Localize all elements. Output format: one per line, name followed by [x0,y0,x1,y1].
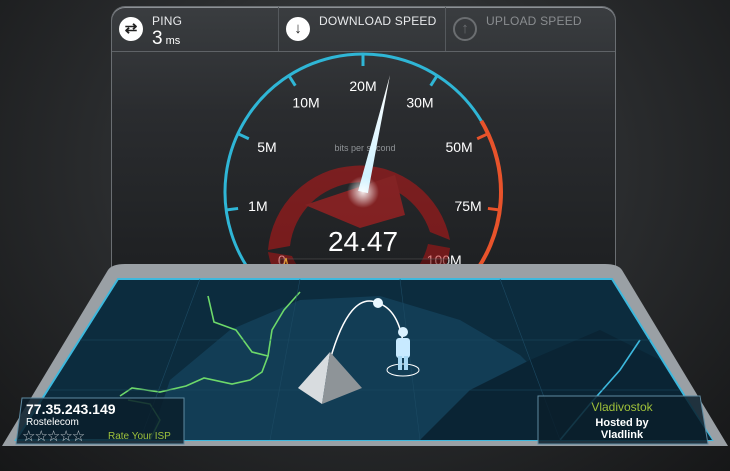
gauge-tick [476,132,489,141]
gauge-tick-label: 30M [406,95,433,111]
gauge-tick-label: 50M [445,139,472,155]
server-city: Vladivostok [591,400,653,414]
gauge-tick [487,206,501,212]
gauge-tick-label: 10M [292,95,319,111]
needle-hub [347,176,379,208]
unit-label: bits per second [334,143,395,153]
speed-value: 24.47 [328,226,398,257]
gauge-tick [429,74,439,87]
ip-address: 77.35.243.149 [26,401,116,417]
server-info[interactable]: Vladivostok Hosted by Vladlink [537,397,707,445]
rating-stars[interactable]: ☆☆☆☆☆ [22,427,85,445]
gauge-tick-label: 1M [248,198,267,214]
gauge-tick-label: 20M [349,78,376,94]
client-info: 77.35.243.149 Rostelecom ☆☆☆☆☆ Rate Your… [20,399,184,445]
gauge-tick [287,74,297,87]
host-name: Vladlink [600,429,644,441]
gauge-tick-label: 5M [257,139,276,155]
rate-isp-link[interactable]: Rate Your ISP [108,431,171,442]
connection-dot [373,298,383,308]
gauge-tick-label: 75M [454,198,481,214]
gauge-tick [225,206,239,212]
gauge-tick [237,132,250,141]
hosted-by-label: Hosted by [595,417,649,429]
